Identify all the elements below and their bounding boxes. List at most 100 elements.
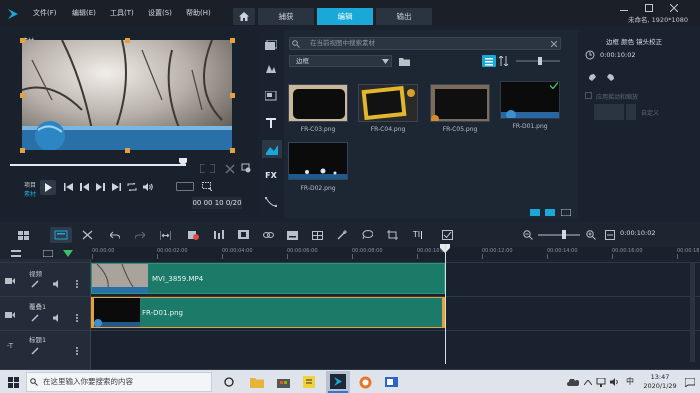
trim-handle-left[interactable] [91,297,94,328]
track-settings-icon[interactable] [72,279,82,289]
fit-project-icon[interactable] [158,229,172,241]
checkbox-list-icon[interactable] [440,229,454,241]
task-view-icon[interactable] [222,374,236,390]
audio-mixer-icon[interactable] [211,229,225,241]
office-icon[interactable] [382,373,400,391]
show-audio-icon[interactable] [560,208,572,216]
store-icon[interactable] [274,373,292,391]
filter-fx-icon[interactable]: FX [262,169,280,181]
chain-link-icon[interactable] [261,229,275,241]
fit-timeline-icon[interactable] [604,229,616,241]
motion-tracking-icon[interactable] [236,229,250,241]
track-manager-icon[interactable] [10,249,22,258]
zoom-in-icon[interactable] [585,229,597,241]
tab-share[interactable]: 输出 [376,8,432,25]
overlay-clip[interactable]: FR-D01.png [91,297,445,328]
next-frame-icon[interactable] [94,182,106,192]
add-track-icon[interactable] [62,249,74,258]
motion-path-icon[interactable] [263,195,279,209]
link-icon[interactable] [30,313,40,323]
menu-edit[interactable]: 编辑(E) [72,8,96,18]
instant-project-icon[interactable] [263,62,279,76]
toolbar-customize-icon[interactable] [80,229,94,241]
media-icon[interactable] [263,38,279,52]
timeline-scrollbar[interactable] [690,262,695,362]
go-to-start-icon[interactable] [62,182,74,192]
crop-icon[interactable] [385,229,399,241]
pan-zoom-dropdown[interactable] [626,104,636,120]
mute-track-icon[interactable] [52,313,64,323]
mute-track-icon[interactable] [52,279,64,289]
zoom-out-icon[interactable] [522,229,534,241]
network-icon[interactable] [595,376,607,388]
library-thumb[interactable] [288,84,348,122]
lasso-icon[interactable] [360,229,374,241]
mark-out-icon[interactable] [207,163,217,173]
show-photo-icon[interactable] [544,208,556,216]
scrub-handle[interactable] [179,158,187,166]
taskbar-date[interactable]: 2020/1/29 [640,382,680,390]
split-clip-icon[interactable] [224,163,236,175]
previous-frame-icon[interactable] [78,182,90,192]
label-project[interactable]: 项目 [24,180,36,189]
thumbnail-size-handle[interactable] [538,57,542,65]
link-icon[interactable] [30,346,40,356]
zoom-slider-handle[interactable] [562,230,566,239]
volume-icon[interactable] [142,182,154,192]
preview-video[interactable] [22,40,232,150]
taskbar-time[interactable]: 13:47 [644,373,676,381]
input-language[interactable]: 中 [626,376,634,387]
chapter-point-icon[interactable] [42,249,54,258]
menu-tools[interactable]: 工具(T) [110,8,134,18]
speaker-icon[interactable] [609,376,621,388]
scrub-bar[interactable] [10,164,186,166]
rotate-right-icon[interactable] [605,72,617,82]
menu-file[interactable]: 文件(F) [33,8,57,18]
notification-icon[interactable] [684,375,696,389]
maximize-icon[interactable] [643,4,655,12]
redo-icon[interactable] [133,229,147,241]
label-clip[interactable]: 素材 [24,189,36,198]
title-text-icon[interactable]: TI [410,228,428,241]
go-to-end-icon[interactable] [110,182,122,192]
pan-zoom-custom[interactable]: 自定义 [641,108,659,117]
resolution-selector[interactable] [176,182,194,191]
aspect-ratio-icon[interactable] [200,181,214,192]
windows-start-icon[interactable] [6,375,20,389]
options-header[interactable]: 边框 颜色 镜头校正 [606,36,662,46]
file-explorer-icon[interactable] [248,373,266,391]
record-icon[interactable] [186,229,200,241]
track-settings-icon[interactable] [72,313,82,323]
link-icon[interactable] [30,279,40,289]
pan-zoom-checkbox[interactable] [585,92,592,99]
library-search-input[interactable]: 在当前视图中搜索素材 [289,37,561,50]
track-settings-icon[interactable] [72,346,82,356]
library-thumb[interactable] [288,142,348,180]
menu-settings[interactable]: 设置(S) [148,8,172,18]
pan-zoom-preset[interactable] [594,104,624,120]
timeline-ruler[interactable]: 00:00:00 00:00:02:00 00:00:04:00 00:00:06:0… [90,247,700,259]
minimize-icon[interactable] [618,4,630,12]
timecode-display[interactable]: 00 00 10 0/20 [192,197,242,209]
zoom-slider[interactable] [538,234,580,236]
magic-wand-icon[interactable] [335,229,349,241]
import-folder-icon[interactable] [397,55,411,67]
show-video-icon[interactable] [529,208,541,216]
subtitle-editor-icon[interactable] [285,229,299,241]
duration-field[interactable]: 0:00:10:02 [600,51,636,59]
sticky-notes-icon[interactable] [300,373,318,391]
undo-icon[interactable] [108,229,122,241]
chevron-down-icon[interactable] [381,57,390,65]
close-icon[interactable] [668,4,680,12]
timeline-view-button[interactable] [50,227,72,243]
repeat-icon[interactable] [126,182,138,192]
transition-icon[interactable] [263,89,279,103]
rotate-left-icon[interactable] [586,72,598,82]
category-select[interactable]: 边框 [289,55,392,67]
taskbar-search-input[interactable]: 在这里输入你要搜索的内容 [26,372,212,392]
videostudio-taskbar-button[interactable] [326,371,350,393]
list-view-button[interactable] [482,55,496,67]
sort-icon[interactable] [498,55,510,67]
tab-edit[interactable]: 编辑 [317,8,373,25]
video-clip[interactable]: MVI_3859.MP4 [91,263,445,294]
